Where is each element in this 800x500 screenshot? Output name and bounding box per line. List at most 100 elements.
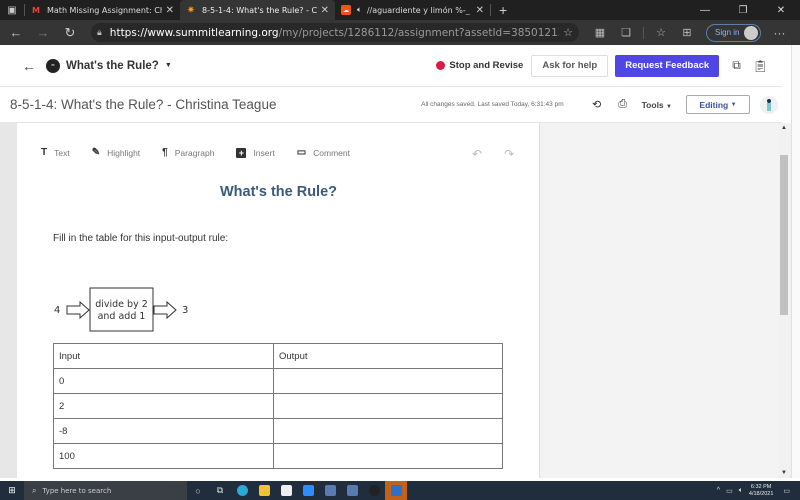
browser-tab-bar: ▣ M Math Missing Assignment: Check ✕ ✷ 8…: [0, 0, 800, 20]
system-tray: ^ ▭ 🔈︎ 6:32 PM 4/18/2021 ▭: [717, 484, 800, 498]
undo-icon[interactable]: ↶: [472, 147, 482, 161]
volume-icon[interactable]: 🔈︎: [739, 487, 743, 495]
minimize-icon[interactable]: —: [686, 5, 724, 16]
project-title[interactable]: What's the Rule?: [66, 60, 159, 72]
close-tab-icon[interactable]: ✕: [476, 5, 484, 16]
request-feedback-button[interactable]: Request Feedback: [615, 54, 720, 77]
task-view-icon[interactable]: ⧉: [209, 481, 231, 500]
tab-actions-icon[interactable]: ▣: [0, 0, 24, 20]
toolbar-insert-button[interactable]: + Insert: [236, 147, 275, 158]
browser-tab[interactable]: ☁ 🔈︎ //aguardiente y limón %-_ ✕: [335, 0, 490, 20]
chevron-down-icon: ▼: [730, 101, 737, 108]
back-arrow-icon[interactable]: ←: [22, 58, 36, 74]
collections-add-icon[interactable]: ⊞: [674, 26, 700, 39]
tab-title: 8-5-1-4: What's the Rule? - Chris: [202, 5, 317, 15]
output-cell[interactable]: [273, 393, 503, 419]
url-path: /my/projects/1286112/assignment?assetId=…: [278, 26, 560, 39]
url-host: https://www.summitlearning.org: [109, 26, 279, 39]
cortana-icon[interactable]: ○: [187, 481, 209, 500]
open-external-icon[interactable]: ⧉: [732, 58, 741, 73]
store-icon[interactable]: [275, 481, 297, 500]
edge-icon[interactable]: [231, 481, 253, 500]
system-clock[interactable]: 6:32 PM 4/18/2021: [749, 484, 773, 498]
scroll-up-icon[interactable]: ▲: [781, 125, 787, 131]
extension-icon[interactable]: ▦: [587, 26, 613, 39]
taskbar-search[interactable]: ⌕ Type here to search: [24, 481, 187, 500]
output-cell[interactable]: [273, 418, 503, 444]
restore-icon[interactable]: ❐: [724, 5, 762, 16]
lock-icon[interactable]: 🔒︎: [97, 28, 102, 38]
address-bar[interactable]: 🔒︎ https://www.summitlearning.org /my/pr…: [91, 23, 579, 42]
toolbar-paragraph-button[interactable]: ¶ Paragraph: [162, 147, 214, 158]
file-explorer-icon[interactable]: [253, 481, 275, 500]
windows-start-icon[interactable]: ⊞: [0, 485, 24, 496]
tools-menu[interactable]: Tools ▼: [642, 100, 672, 110]
header-output[interactable]: Output: [273, 343, 503, 369]
zoom-icon[interactable]: [297, 481, 319, 500]
input-cell[interactable]: 2: [53, 393, 274, 419]
sign-in-label: Sign in: [715, 28, 740, 37]
active-app-icon[interactable]: [385, 481, 407, 500]
scrollbar-thumb[interactable]: [780, 155, 788, 315]
toolbar-comment-button[interactable]: ▭ Comment: [297, 147, 350, 158]
input-arrow-icon: [66, 300, 90, 320]
print-icon[interactable]: ⎙: [610, 98, 636, 111]
document-page[interactable]: T Text ✎ Highlight ¶ Paragraph + Insert ▭ Com…: [17, 123, 540, 478]
scroll-down-icon[interactable]: ▼: [781, 470, 787, 476]
page-scrollbar[interactable]: [791, 45, 800, 478]
refresh-icon[interactable]: ↻: [59, 25, 81, 41]
input-cell[interactable]: -8: [53, 418, 274, 444]
output-cell[interactable]: [273, 368, 503, 394]
toolbar-divider: [643, 26, 644, 39]
chevron-down-icon: ▼: [666, 103, 672, 110]
browser-tab[interactable]: M Math Missing Assignment: Check ✕: [25, 0, 180, 20]
summit-logo-icon: ≈: [46, 58, 60, 73]
content-scrollbar[interactable]: ▲ ▼: [779, 123, 791, 478]
more-menu-icon[interactable]: ···: [773, 26, 785, 40]
undo-redo-group: ↶ ↷: [472, 147, 536, 161]
chevron-down-icon[interactable]: ▼: [165, 62, 172, 69]
status-label: Stop and Revise: [449, 60, 524, 71]
input-cell[interactable]: 100: [53, 443, 274, 469]
table-row: 100: [53, 443, 503, 469]
rule-line-1: divide by 2: [95, 299, 148, 310]
tab-title: //aguardiente y limón %-_: [366, 5, 470, 15]
back-icon[interactable]: ←: [5, 25, 27, 40]
collections-icon[interactable]: ❏: [613, 26, 639, 39]
assignment-prompt: Fill in the table for this input-output …: [53, 233, 229, 244]
redo-icon[interactable]: ↷: [504, 147, 514, 161]
output-cell[interactable]: [273, 443, 503, 469]
close-tab-icon[interactable]: ✕: [166, 5, 174, 16]
network-icon[interactable]: ▭: [726, 487, 733, 495]
browser-tab-active[interactable]: ✷ 8-5-1-4: What's the Rule? - Chris ✕: [180, 0, 335, 20]
app-icon[interactable]: [319, 481, 341, 500]
toolbar-text-button[interactable]: T Text: [41, 147, 70, 158]
table-row: -8: [53, 418, 503, 444]
toolbar-highlight-button[interactable]: ✎ Highlight: [92, 147, 140, 158]
new-tab-button[interactable]: +: [491, 2, 515, 18]
notifications-icon[interactable]: ▭: [783, 487, 790, 495]
tools-label: Tools: [641, 99, 664, 110]
close-window-icon[interactable]: ✕: [762, 5, 800, 16]
user-avatar-icon[interactable]: [760, 95, 778, 114]
favorites-icon[interactable]: ☆: [648, 26, 674, 39]
input-cell[interactable]: 0: [53, 368, 274, 394]
table-header-row: Input Output: [53, 343, 503, 369]
show-hidden-icons[interactable]: ^: [717, 487, 720, 494]
content-area: T Text ✎ Highlight ¶ Paragraph + Insert ▭ Com…: [0, 123, 782, 478]
app-icon[interactable]: [363, 481, 385, 500]
forward-icon[interactable]: →: [32, 25, 54, 40]
app-icon[interactable]: [341, 481, 363, 500]
add-favorite-icon[interactable]: ☆: [563, 26, 573, 39]
header-input[interactable]: Input: [53, 343, 274, 369]
close-tab-icon[interactable]: ✕: [321, 5, 329, 16]
ask-for-help-button[interactable]: Ask for help: [531, 54, 609, 77]
history-icon[interactable]: ⟲: [584, 98, 610, 111]
audio-icon[interactable]: 🔈︎: [357, 5, 362, 15]
tab-title: Math Missing Assignment: Check: [47, 5, 162, 15]
browser-toolbar: ← → ↻ 🔒︎ https://www.summitlearning.org …: [0, 20, 800, 45]
sign-in-button[interactable]: Sign in: [706, 23, 762, 42]
clipboard-icon[interactable]: 📋︎: [753, 59, 768, 73]
paragraph-icon: ¶: [162, 147, 168, 158]
editing-mode-dropdown[interactable]: Editing ▼: [686, 95, 750, 114]
